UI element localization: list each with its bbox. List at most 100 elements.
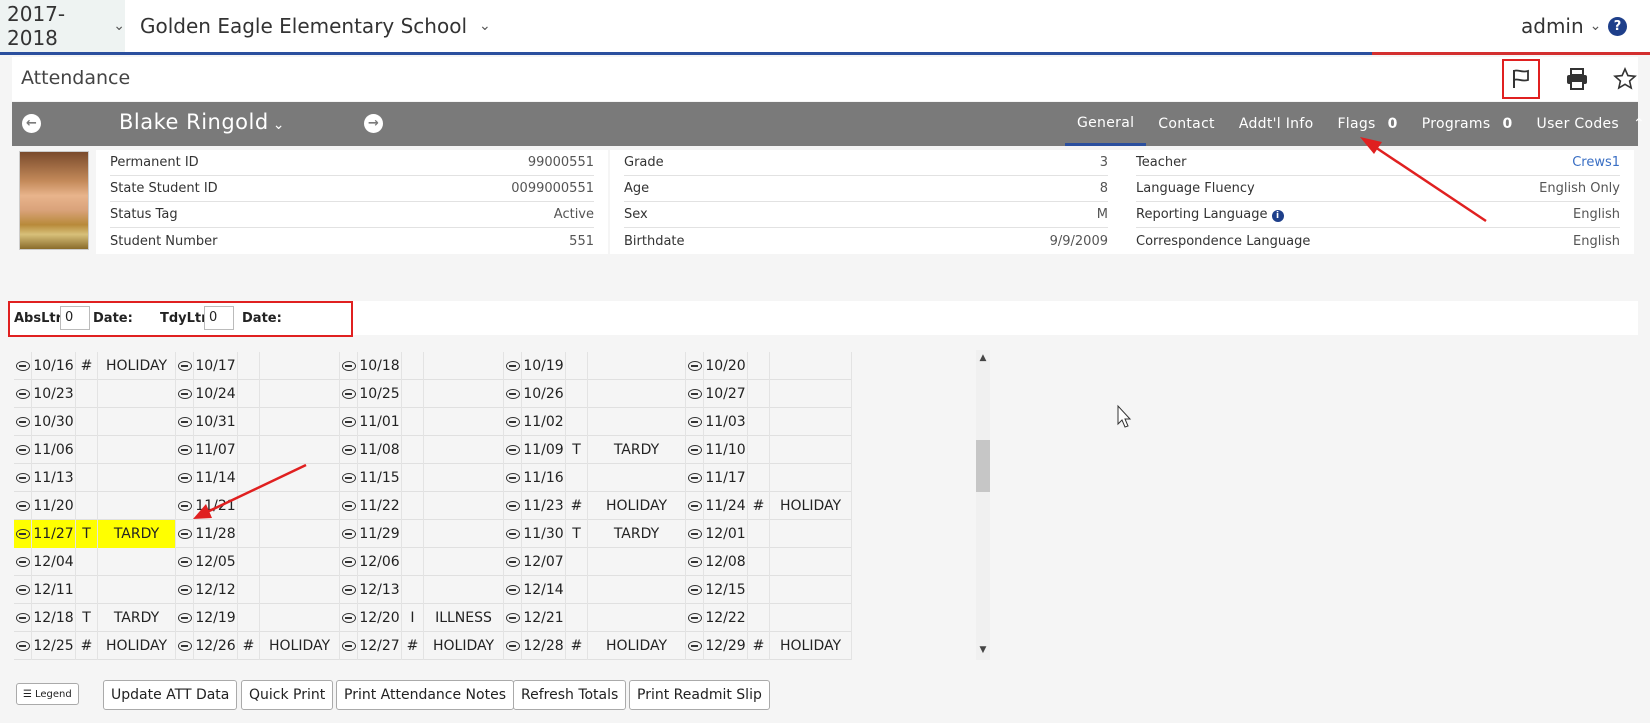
- attendance-description[interactable]: [770, 436, 852, 464]
- attendance-note-cell[interactable]: [340, 464, 358, 492]
- attendance-description[interactable]: [424, 548, 504, 576]
- scrollbar-thumb[interactable]: [976, 440, 990, 492]
- attendance-note-cell[interactable]: [176, 352, 194, 380]
- attendance-code[interactable]: [238, 436, 260, 464]
- attendance-note-cell[interactable]: [176, 548, 194, 576]
- attendance-code[interactable]: #: [566, 492, 588, 520]
- attendance-note-cell[interactable]: [340, 380, 358, 408]
- attendance-note-cell[interactable]: [504, 632, 522, 660]
- attendance-note-cell[interactable]: [14, 464, 32, 492]
- print-readmit-slip-button[interactable]: Print Readmit Slip: [629, 680, 770, 710]
- attendance-description[interactable]: ILLNESS: [424, 604, 504, 632]
- attendance-note-cell[interactable]: [14, 352, 32, 380]
- attendance-code[interactable]: [76, 408, 98, 436]
- attendance-note-cell[interactable]: [14, 520, 32, 548]
- attendance-code[interactable]: [566, 380, 588, 408]
- attendance-description[interactable]: [588, 464, 686, 492]
- attendance-code[interactable]: [402, 380, 424, 408]
- attendance-note-cell[interactable]: [504, 352, 522, 380]
- attendance-description[interactable]: [98, 380, 176, 408]
- attendance-description[interactable]: [424, 576, 504, 604]
- attendance-code[interactable]: [402, 464, 424, 492]
- attendance-note-cell[interactable]: [504, 520, 522, 548]
- abs-letter-input[interactable]: 0: [60, 306, 90, 330]
- attendance-code[interactable]: [238, 520, 260, 548]
- attendance-note-cell[interactable]: [686, 436, 704, 464]
- attendance-note-cell[interactable]: [504, 492, 522, 520]
- attendance-description[interactable]: TARDY: [98, 604, 176, 632]
- attendance-note-cell[interactable]: [686, 604, 704, 632]
- attendance-note-cell[interactable]: [176, 436, 194, 464]
- attendance-code[interactable]: [76, 576, 98, 604]
- attendance-description[interactable]: HOLIDAY: [588, 632, 686, 660]
- attendance-description[interactable]: [588, 548, 686, 576]
- attendance-note-cell[interactable]: [340, 352, 358, 380]
- attendance-code[interactable]: T: [566, 436, 588, 464]
- attendance-code[interactable]: T: [76, 604, 98, 632]
- attendance-note-cell[interactable]: [504, 380, 522, 408]
- calendar-scrollbar[interactable]: [976, 350, 990, 660]
- attendance-description[interactable]: HOLIDAY: [588, 492, 686, 520]
- attendance-code[interactable]: [238, 604, 260, 632]
- attendance-note-cell[interactable]: [176, 380, 194, 408]
- attendance-code[interactable]: [566, 464, 588, 492]
- attendance-description[interactable]: HOLIDAY: [424, 632, 504, 660]
- attendance-description[interactable]: [588, 576, 686, 604]
- attendance-description[interactable]: [588, 408, 686, 436]
- attendance-note-cell[interactable]: [340, 604, 358, 632]
- attendance-note-cell[interactable]: [176, 408, 194, 436]
- attendance-note-cell[interactable]: [686, 576, 704, 604]
- attendance-description[interactable]: [98, 464, 176, 492]
- attendance-note-cell[interactable]: [504, 576, 522, 604]
- attendance-code[interactable]: T: [566, 520, 588, 548]
- attendance-description[interactable]: [770, 464, 852, 492]
- attendance-code[interactable]: [402, 408, 424, 436]
- attendance-note-cell[interactable]: [176, 632, 194, 660]
- tab-flags[interactable]: Flags 0: [1325, 102, 1409, 146]
- attendance-description[interactable]: [588, 604, 686, 632]
- attendance-code[interactable]: [566, 604, 588, 632]
- attendance-code[interactable]: #: [238, 632, 260, 660]
- school-selector[interactable]: Golden Eagle Elementary School ⌄: [140, 0, 491, 52]
- attendance-code[interactable]: [238, 352, 260, 380]
- attendance-description[interactable]: [260, 492, 340, 520]
- attendance-note-cell[interactable]: [340, 576, 358, 604]
- attendance-note-cell[interactable]: [14, 380, 32, 408]
- attendance-description[interactable]: [260, 548, 340, 576]
- attendance-note-cell[interactable]: [340, 492, 358, 520]
- attendance-code[interactable]: [402, 548, 424, 576]
- attendance-description[interactable]: [770, 604, 852, 632]
- attendance-note-cell[interactable]: [176, 492, 194, 520]
- attendance-code[interactable]: [748, 408, 770, 436]
- attendance-code[interactable]: [76, 464, 98, 492]
- attendance-note-cell[interactable]: [686, 380, 704, 408]
- attendance-code[interactable]: T: [76, 520, 98, 548]
- attendance-code[interactable]: #: [748, 632, 770, 660]
- attendance-code[interactable]: [566, 548, 588, 576]
- attendance-description[interactable]: [98, 408, 176, 436]
- attendance-code[interactable]: [402, 352, 424, 380]
- attendance-description[interactable]: HOLIDAY: [98, 352, 176, 380]
- attendance-note-cell[interactable]: [340, 408, 358, 436]
- attendance-description[interactable]: [260, 436, 340, 464]
- attendance-code[interactable]: [566, 352, 588, 380]
- attendance-code[interactable]: #: [748, 492, 770, 520]
- print-button[interactable]: [1558, 59, 1596, 99]
- attendance-code[interactable]: [748, 604, 770, 632]
- attendance-note-cell[interactable]: [14, 632, 32, 660]
- attendance-description[interactable]: [424, 380, 504, 408]
- attendance-code[interactable]: [566, 576, 588, 604]
- attendance-code[interactable]: #: [566, 632, 588, 660]
- attendance-code[interactable]: [76, 548, 98, 576]
- tab-general[interactable]: General: [1065, 102, 1147, 146]
- attendance-description[interactable]: TARDY: [588, 520, 686, 548]
- favorite-button[interactable]: [1606, 59, 1644, 99]
- scroll-down-icon[interactable]: ▼: [976, 645, 990, 655]
- attendance-code[interactable]: #: [76, 352, 98, 380]
- attendance-code[interactable]: [238, 548, 260, 576]
- attendance-note-cell[interactable]: [686, 464, 704, 492]
- attendance-note-cell[interactable]: [504, 408, 522, 436]
- attendance-description[interactable]: [98, 492, 176, 520]
- attendance-description[interactable]: [424, 436, 504, 464]
- attendance-description[interactable]: TARDY: [588, 436, 686, 464]
